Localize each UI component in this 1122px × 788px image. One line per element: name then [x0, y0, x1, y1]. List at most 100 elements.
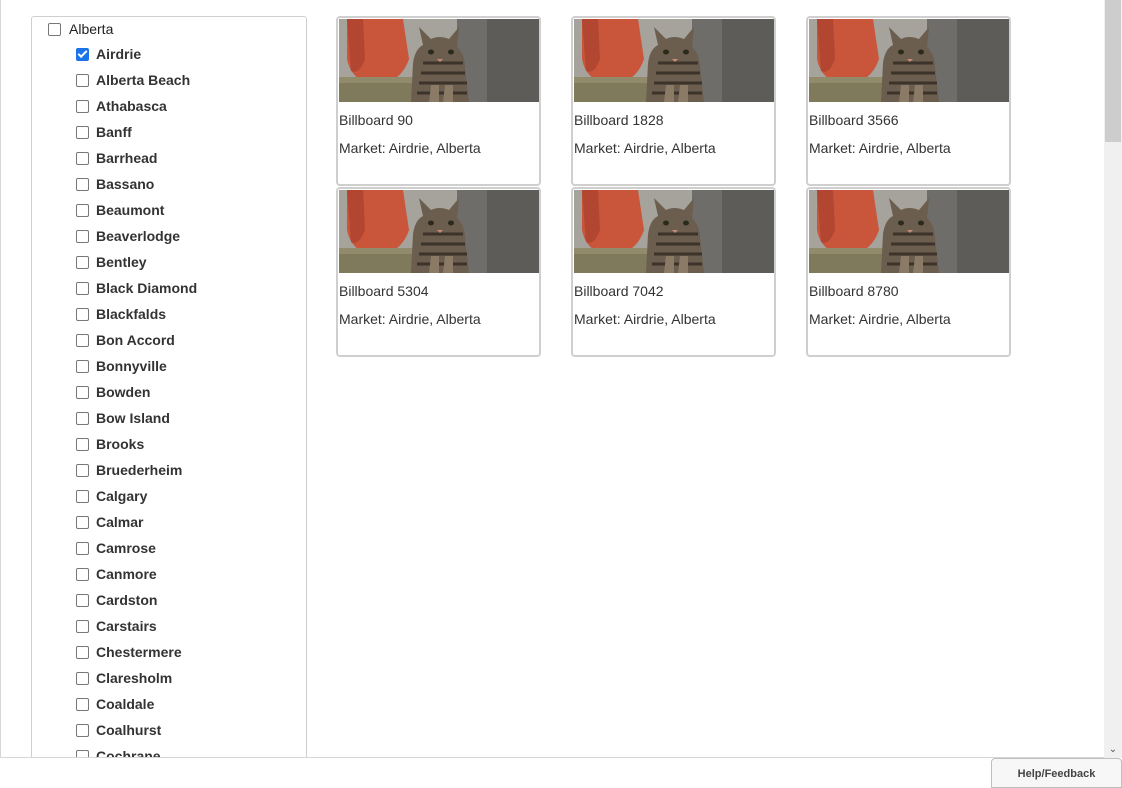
city-checkbox[interactable] — [76, 463, 89, 477]
city-filter-item[interactable]: Bentley — [76, 249, 197, 275]
city-filter-item[interactable]: Canmore — [76, 561, 197, 587]
city-checkbox[interactable] — [76, 515, 89, 529]
city-label: Carstairs — [96, 618, 157, 634]
city-label: Bow Island — [96, 410, 170, 426]
billboard-market: Market: Airdrie, Alberta — [809, 140, 951, 156]
city-label: Bassano — [96, 176, 155, 192]
city-filter-item[interactable]: Bassano — [76, 171, 197, 197]
city-label: Canmore — [96, 566, 157, 582]
region-filter-alberta[interactable]: Alberta — [48, 21, 113, 37]
city-filter-item[interactable]: Calmar — [76, 509, 197, 535]
billboard-market: Market: Airdrie, Alberta — [339, 311, 481, 327]
billboard-market: Market: Airdrie, Alberta — [809, 311, 951, 327]
billboard-market: Market: Airdrie, Alberta — [339, 140, 481, 156]
city-filter-item[interactable]: Beaverlodge — [76, 223, 197, 249]
city-checkbox[interactable] — [76, 671, 89, 685]
scroll-down-arrow-icon[interactable]: ⌄ — [1104, 742, 1122, 756]
city-checkbox[interactable] — [76, 697, 89, 711]
city-filter-item[interactable]: Bon Accord — [76, 327, 197, 353]
city-filter-item[interactable]: Bruederheim — [76, 457, 197, 483]
city-checkbox[interactable] — [76, 645, 89, 659]
region-checkbox[interactable] — [48, 22, 61, 36]
billboard-card[interactable]: Billboard 3566 Market: Airdrie, Alberta — [806, 16, 1011, 186]
city-filter-item[interactable]: Alberta Beach — [76, 67, 197, 93]
billboard-card[interactable]: Billboard 5304 Market: Airdrie, Alberta — [336, 187, 541, 357]
page-viewport: p Alberta AirdrieAlberta BeachAthabascaB… — [0, 0, 1104, 758]
city-filter-item[interactable]: Carstairs — [76, 613, 197, 639]
city-label: Cardston — [96, 592, 158, 608]
billboard-card[interactable]: Billboard 90 Market: Airdrie, Alberta — [336, 16, 541, 186]
billboard-card[interactable]: Billboard 1828 Market: Airdrie, Alberta — [571, 16, 776, 186]
city-checkbox[interactable] — [76, 47, 89, 61]
city-checkbox[interactable] — [76, 749, 89, 757]
city-label: Beaumont — [96, 202, 165, 218]
city-checkbox[interactable] — [76, 307, 89, 321]
billboard-market: Market: Airdrie, Alberta — [574, 311, 716, 327]
city-filter-item[interactable]: Brooks — [76, 431, 197, 457]
city-checkbox[interactable] — [76, 411, 89, 425]
city-filter-item[interactable]: Barrhead — [76, 145, 197, 171]
city-checkbox[interactable] — [76, 437, 89, 451]
billboard-thumbnail[interactable] — [574, 190, 774, 273]
city-filter-item[interactable]: Bow Island — [76, 405, 197, 431]
city-label: Bon Accord — [96, 332, 175, 348]
city-label: Bonnyville — [96, 358, 167, 374]
city-filter-item[interactable]: Beaumont — [76, 197, 197, 223]
billboard-thumbnail[interactable] — [809, 190, 1009, 273]
billboard-thumbnail[interactable] — [339, 19, 539, 102]
city-checkbox[interactable] — [76, 281, 89, 295]
city-checkbox[interactable] — [76, 177, 89, 191]
city-filter-item[interactable]: Cardston — [76, 587, 197, 613]
billboard-thumbnail[interactable] — [574, 19, 774, 102]
city-filter-item[interactable]: Coalhurst — [76, 717, 197, 743]
city-label: Blackfalds — [96, 306, 167, 322]
city-filter-item[interactable]: Bowden — [76, 379, 197, 405]
city-filter-item[interactable]: Chestermere — [76, 639, 197, 665]
city-label: Calmar — [96, 514, 144, 530]
city-filter-item[interactable]: Cochrane — [76, 743, 197, 758]
city-label: Black Diamond — [96, 280, 198, 296]
billboard-thumbnail[interactable] — [809, 19, 1009, 102]
scrollbar-thumb[interactable] — [1105, 0, 1121, 142]
city-checkbox[interactable] — [76, 593, 89, 607]
city-checkbox[interactable] — [76, 203, 89, 217]
city-checkbox[interactable] — [76, 333, 89, 347]
billboard-card[interactable]: Billboard 8780 Market: Airdrie, Alberta — [806, 187, 1011, 357]
city-label: Calgary — [96, 488, 148, 504]
city-filter-item[interactable]: Bonnyville — [76, 353, 197, 379]
billboard-thumbnail[interactable] — [339, 190, 539, 273]
city-label: Cochrane — [96, 748, 161, 758]
city-filter-item[interactable]: Claresholm — [76, 665, 197, 691]
city-filter-item[interactable]: Blackfalds — [76, 301, 197, 327]
city-label: Bowden — [96, 384, 151, 400]
help-feedback-button[interactable]: Help/Feedback — [991, 758, 1122, 788]
city-checkbox[interactable] — [76, 619, 89, 633]
city-checkbox[interactable] — [76, 229, 89, 243]
city-label: Beaverlodge — [96, 228, 181, 244]
city-checkbox[interactable] — [76, 489, 89, 503]
city-checkbox[interactable] — [76, 125, 89, 139]
city-checkbox[interactable] — [76, 359, 89, 373]
city-checkbox[interactable] — [76, 541, 89, 555]
city-filter-item[interactable]: Athabasca — [76, 93, 197, 119]
city-filter-item[interactable]: Banff — [76, 119, 197, 145]
city-label: Coalhurst — [96, 722, 162, 738]
city-checkbox[interactable] — [76, 385, 89, 399]
city-filter-item[interactable]: Airdrie — [76, 41, 197, 67]
city-checkbox[interactable] — [76, 99, 89, 113]
billboard-card[interactable]: Billboard 7042 Market: Airdrie, Alberta — [571, 187, 776, 357]
city-label: Chestermere — [96, 644, 182, 660]
city-filter-item[interactable]: Coaldale — [76, 691, 197, 717]
city-filter-item[interactable]: Black Diamond — [76, 275, 197, 301]
city-checkbox[interactable] — [76, 73, 89, 87]
page-scrollbar[interactable]: ⌄ — [1104, 0, 1122, 758]
city-checkbox[interactable] — [76, 723, 89, 737]
city-label: Brooks — [96, 436, 145, 452]
city-checkbox[interactable] — [76, 255, 89, 269]
city-checkbox[interactable] — [76, 567, 89, 581]
city-filter-item[interactable]: Camrose — [76, 535, 197, 561]
city-filter-item[interactable]: Calgary — [76, 483, 197, 509]
city-label: Bruederheim — [96, 462, 183, 478]
billboard-title: Billboard 3566 — [809, 112, 899, 128]
city-checkbox[interactable] — [76, 151, 89, 165]
